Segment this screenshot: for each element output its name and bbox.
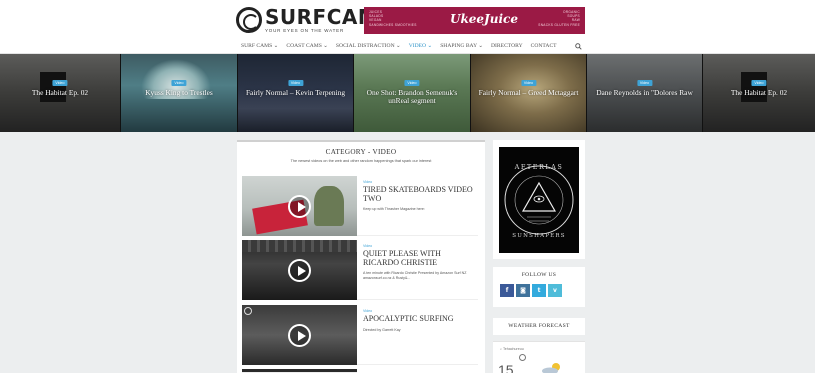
ad-text-bottom: SUNSHAPERS bbox=[512, 233, 566, 239]
slide-title: Fairly Normal – Kevin Terpening bbox=[245, 88, 346, 97]
nav-item-coast-cams[interactable]: COAST CAMS ⌄ bbox=[286, 42, 328, 51]
post-item[interactable]: Video TIRED SKATEBOARDS VIDEO TWO Keep u… bbox=[242, 176, 478, 236]
post-item[interactable] bbox=[242, 369, 357, 373]
weather-widget: ⌕ Tehachureuu 15 bbox=[493, 341, 585, 373]
follow-widget: FOLLOW US f ◙ t v bbox=[493, 267, 585, 307]
tree-image bbox=[314, 186, 344, 226]
ad-left-list: JUICES SALADS VEGAN SANDWICHES SMOOTHIES bbox=[369, 10, 417, 27]
vimeo-icon[interactable]: v bbox=[548, 284, 562, 297]
play-icon[interactable] bbox=[288, 195, 311, 218]
weather-location-name: Tehachureuu bbox=[502, 347, 524, 351]
post-excerpt: Keep up with Thrasher Magazine here: bbox=[363, 207, 425, 212]
slide-image bbox=[40, 72, 66, 102]
slide-badge: Video bbox=[520, 80, 537, 86]
logo-name: SURFCAM bbox=[265, 5, 379, 29]
post-title[interactable]: QUIET PLEASE WITH RICARDO CHRISTIE bbox=[363, 249, 478, 267]
post-excerpt: Directed by Garrett Kay bbox=[363, 327, 401, 332]
slide-badge: Video bbox=[636, 80, 653, 86]
twitter-icon[interactable]: t bbox=[532, 284, 546, 297]
widget-title: FOLLOW US bbox=[521, 272, 557, 278]
slide[interactable]: Video Dane Reynolds in "Dolores Raw bbox=[587, 54, 703, 132]
play-icon[interactable] bbox=[288, 259, 311, 282]
nav-item-shaping-bay[interactable]: SHAPING BAY ⌄ bbox=[440, 42, 483, 51]
ad-right-list: ORGANIC SOUPS RAW SNACKS GLUTEN FREE bbox=[538, 10, 580, 27]
weather-temperature: 15 bbox=[498, 362, 514, 373]
category-card: CATEGORY - VIDEO The newest videos on th… bbox=[237, 140, 485, 373]
nav-item-contact[interactable]: CONTACT bbox=[531, 42, 557, 51]
sidebar-ad[interactable]: AFTERLAS SUNSHAPERS bbox=[493, 140, 585, 259]
post-thumbnail[interactable] bbox=[242, 176, 357, 236]
slide[interactable]: Video One Shot: Brandon Semenuk's unReal… bbox=[354, 54, 471, 132]
play-icon[interactable] bbox=[288, 324, 311, 347]
post-category[interactable]: Video bbox=[363, 244, 478, 248]
weather-dot-icon bbox=[519, 354, 526, 361]
site-logo[interactable]: SURFCAM YOUR EYES ON THE WATER bbox=[236, 7, 378, 33]
logo-tagline: YOUR EYES ON THE WATER bbox=[265, 28, 345, 33]
ad-text: SANDWICHES SMOOTHIES bbox=[369, 22, 417, 27]
logo-icon bbox=[236, 7, 262, 33]
ad-brand: UkeeJuice bbox=[450, 12, 518, 26]
category-subtitle: The newest videos on the web and other r… bbox=[290, 159, 432, 163]
slide-title: Kyuss King to Trestles bbox=[145, 88, 213, 97]
page-title: CATEGORY - VIDEO bbox=[325, 148, 397, 156]
ad-text: SNACKS GLUTEN FREE bbox=[538, 22, 580, 27]
post-excerpt: A ten minute with Ricardo Christie Prese… bbox=[363, 271, 467, 280]
widget-title: WEATHER FORECAST bbox=[508, 323, 570, 329]
slide-title: The Habitat Ep. 02 bbox=[730, 88, 788, 97]
ad-text-top: AFTERLAS bbox=[514, 163, 564, 171]
post-category[interactable]: Video bbox=[363, 309, 478, 313]
main-nav: SURF CAMS ⌄ COAST CAMS ⌄ SOCIAL DISTRACT… bbox=[0, 40, 815, 54]
facebook-icon[interactable]: f bbox=[500, 284, 514, 297]
slide-image bbox=[741, 72, 767, 102]
location-pin-icon: ⌕ bbox=[500, 347, 503, 351]
channel-logo-icon bbox=[244, 307, 252, 315]
post-thumbnail[interactable] bbox=[242, 305, 357, 365]
slide-badge: Video bbox=[404, 80, 420, 86]
nav-item-directory[interactable]: DIRECTORY bbox=[491, 42, 523, 51]
header-ad-banner[interactable]: JUICES SALADS VEGAN SANDWICHES SMOOTHIES… bbox=[364, 7, 585, 34]
instagram-icon[interactable]: ◙ bbox=[516, 284, 530, 297]
slide-title: The Habitat Ep. 02 bbox=[31, 88, 89, 97]
social-links: f ◙ t v bbox=[500, 284, 585, 297]
nav-item-surf-cams[interactable]: SURF CAMS ⌄ bbox=[241, 42, 278, 51]
post-item[interactable]: Video APOCALYPTIC SURFING Directed by Ga… bbox=[242, 305, 478, 365]
featured-slider: Video The Habitat Ep. 02 Video Kyuss Kin… bbox=[0, 54, 815, 132]
search-icon[interactable] bbox=[575, 43, 582, 50]
site-header: SURFCAM YOUR EYES ON THE WATER JUICES SA… bbox=[0, 0, 815, 40]
slide-title: Dane Reynolds in "Dolores Raw bbox=[596, 88, 693, 97]
slide[interactable]: Video Kyuss King to Trestles bbox=[121, 54, 238, 132]
post-thumbnail[interactable] bbox=[242, 240, 357, 300]
post-title[interactable]: APOCALYPTIC SURFING bbox=[363, 314, 478, 324]
category-header: CATEGORY - VIDEO The newest videos on th… bbox=[237, 140, 485, 170]
nav-item-social-distraction[interactable]: SOCIAL DISTRACTION ⌄ bbox=[336, 42, 401, 51]
slide-badge: Video bbox=[287, 80, 304, 86]
post-item[interactable]: Video QUIET PLEASE WITH RICARDO CHRISTIE… bbox=[242, 240, 478, 300]
slide[interactable]: Video Fairly Normal – Greed Mctaggart bbox=[471, 54, 587, 132]
slide-badge: Video bbox=[52, 80, 68, 86]
post-category[interactable]: Video bbox=[363, 180, 478, 184]
slide[interactable]: Video The Habitat Ep. 02 bbox=[0, 54, 121, 132]
weather-widget-header: WEATHER FORECAST bbox=[493, 318, 585, 335]
ad-image: AFTERLAS SUNSHAPERS bbox=[499, 147, 579, 253]
slide-badge: Video bbox=[171, 80, 187, 86]
slide[interactable]: Video Fairly Normal – Kevin Terpening bbox=[238, 54, 354, 132]
cloud-sun-icon bbox=[542, 363, 560, 373]
post-title[interactable]: TIRED SKATEBOARDS VIDEO TWO bbox=[363, 185, 478, 203]
nav-item-video[interactable]: VIDEO ⌄ bbox=[409, 42, 432, 51]
post-thumbnail-detail bbox=[242, 240, 357, 252]
slide-title: Fairly Normal – Greed Mctaggart bbox=[478, 88, 579, 97]
slide-badge: Video bbox=[751, 80, 767, 86]
slide[interactable]: Video The Habitat Ep. 02 bbox=[703, 54, 815, 132]
slide-title: One Shot: Brandon Semenuk's unReal segme… bbox=[366, 88, 458, 105]
weather-location: ⌕ Tehachureuu bbox=[500, 347, 524, 351]
